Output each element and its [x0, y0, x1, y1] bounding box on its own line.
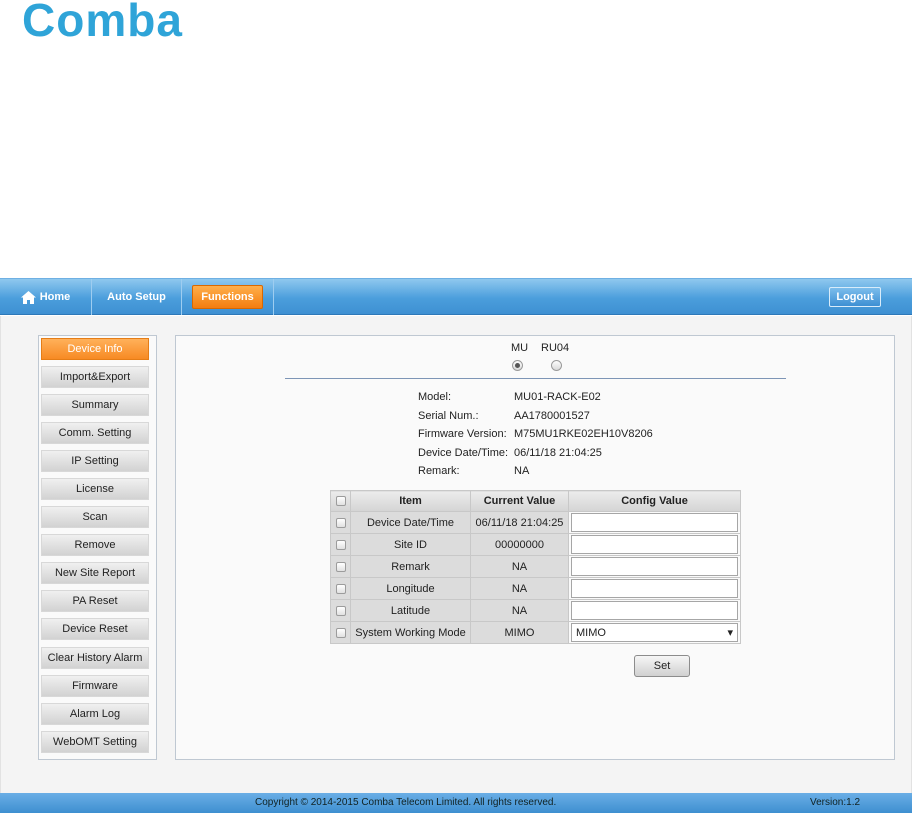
row-item: Longitude — [350, 577, 471, 600]
radio-label-mu: MU — [511, 342, 529, 354]
row-checkbox[interactable] — [330, 577, 351, 600]
top-navigation: Home Auto Setup Functions Logout — [0, 278, 912, 315]
footer: Copyright © 2014-2015 Comba Telecom Limi… — [0, 793, 912, 813]
comba-logo: Comba — [22, 0, 183, 46]
sidebar-item-comm-setting[interactable]: Comm. Setting — [41, 422, 149, 444]
row-current: NA — [470, 555, 569, 578]
nav-functions-label: Functions — [192, 285, 263, 309]
select-value: MIMO — [576, 626, 606, 639]
nav-functions[interactable]: Functions — [182, 279, 274, 315]
row-current: NA — [470, 577, 569, 600]
sidebar-item-alarm-log[interactable]: Alarm Log — [41, 703, 149, 725]
config-input-remark[interactable] — [571, 557, 738, 576]
sidebar-item-summary[interactable]: Summary — [41, 394, 149, 416]
nav-home-label: Home — [39, 291, 71, 303]
select-all-checkbox[interactable] — [330, 490, 351, 512]
sidebar-item-webomt-setting[interactable]: WebOMT Setting — [41, 731, 149, 753]
table-row: System Working Mode MIMO MIMO ▾ — [330, 621, 741, 644]
row-current: 00000000 — [470, 533, 569, 556]
header-config-value: Config Value — [568, 490, 741, 512]
config-table: Item Current Value Config Value Device D… — [330, 490, 741, 644]
serial-label: Serial Num.: — [418, 410, 479, 422]
row-checkbox[interactable] — [330, 599, 351, 622]
row-checkbox[interactable] — [330, 511, 351, 534]
sidebar-item-device-reset[interactable]: Device Reset — [41, 618, 149, 640]
datetime-label: Device Date/Time: — [418, 447, 509, 459]
config-input-datetime[interactable] — [571, 513, 738, 532]
version-text: Version:1.2 — [810, 797, 861, 808]
row-item: System Working Mode — [350, 621, 471, 644]
firmware-label: Firmware Version: — [418, 428, 507, 440]
row-checkbox[interactable] — [330, 621, 351, 644]
sidebar-item-scan[interactable]: Scan — [41, 506, 149, 528]
sidebar-item-device-info[interactable]: Device Info — [41, 338, 149, 360]
sidebar-item-firmware[interactable]: Firmware — [41, 675, 149, 697]
row-item: Remark — [350, 555, 471, 578]
row-checkbox[interactable] — [330, 555, 351, 578]
sidebar-item-ip-setting[interactable]: IP Setting — [41, 450, 149, 472]
table-row: Remark NA — [330, 555, 741, 578]
config-input-site-id[interactable] — [571, 535, 738, 554]
table-header-row: Item Current Value Config Value — [330, 490, 741, 512]
divider — [285, 378, 786, 379]
row-current: NA — [470, 599, 569, 622]
sidebar-item-pa-reset[interactable]: PA Reset — [41, 590, 149, 612]
config-input-latitude[interactable] — [571, 601, 738, 620]
row-checkbox[interactable] — [330, 533, 351, 556]
table-row: Site ID 00000000 — [330, 533, 741, 556]
header-item: Item — [350, 490, 471, 512]
firmware-value: M75MU1RKE02EH10V8206 — [514, 428, 653, 440]
row-item: Device Date/Time — [350, 511, 471, 534]
radio-mu[interactable] — [512, 360, 523, 371]
remark-value: NA — [514, 465, 530, 477]
row-current: MIMO — [470, 621, 569, 644]
header-current-value: Current Value — [470, 490, 569, 512]
copyright-text: Copyright © 2014-2015 Comba Telecom Limi… — [255, 797, 557, 808]
sidebar-item-import-export[interactable]: Import&Export — [41, 366, 149, 388]
serial-value: AA1780001527 — [514, 410, 590, 422]
logout-button[interactable]: Logout — [829, 287, 881, 307]
model-value: MU01-RACK-E02 — [514, 391, 601, 403]
config-input-longitude[interactable] — [571, 579, 738, 598]
row-item: Site ID — [350, 533, 471, 556]
set-button[interactable]: Set — [634, 655, 690, 677]
config-select-working-mode[interactable]: MIMO ▾ — [571, 623, 738, 642]
table-row: Latitude NA — [330, 599, 741, 622]
radio-ru04[interactable] — [551, 360, 562, 371]
sidebar-item-clear-history-alarm[interactable]: Clear History Alarm — [41, 647, 149, 669]
nav-home[interactable]: Home — [0, 279, 92, 315]
sidebar: Device Info Import&Export Summary Comm. … — [38, 335, 157, 760]
content-area: Device Info Import&Export Summary Comm. … — [0, 316, 912, 793]
nav-auto-setup[interactable]: Auto Setup — [92, 279, 182, 315]
radio-label-ru04: RU04 — [541, 342, 570, 354]
datetime-value: 06/11/18 21:04:25 — [514, 447, 602, 459]
model-label: Model: — [418, 391, 452, 403]
sidebar-item-new-site-report[interactable]: New Site Report — [41, 562, 149, 584]
device-info-panel: MU RU04 Model: MU01-RACK-E02 Serial Num.:… — [175, 335, 895, 760]
dropdown-arrow-icon: ▾ — [727, 627, 733, 639]
row-current: 06/11/18 21:04:25 — [470, 511, 569, 534]
table-row: Device Date/Time 06/11/18 21:04:25 — [330, 511, 741, 534]
row-item: Latitude — [350, 599, 471, 622]
sidebar-item-license[interactable]: License — [41, 478, 149, 500]
home-icon — [20, 290, 36, 304]
table-row: Longitude NA — [330, 577, 741, 600]
remark-label: Remark: — [418, 465, 460, 477]
sidebar-item-remove[interactable]: Remove — [41, 534, 149, 556]
